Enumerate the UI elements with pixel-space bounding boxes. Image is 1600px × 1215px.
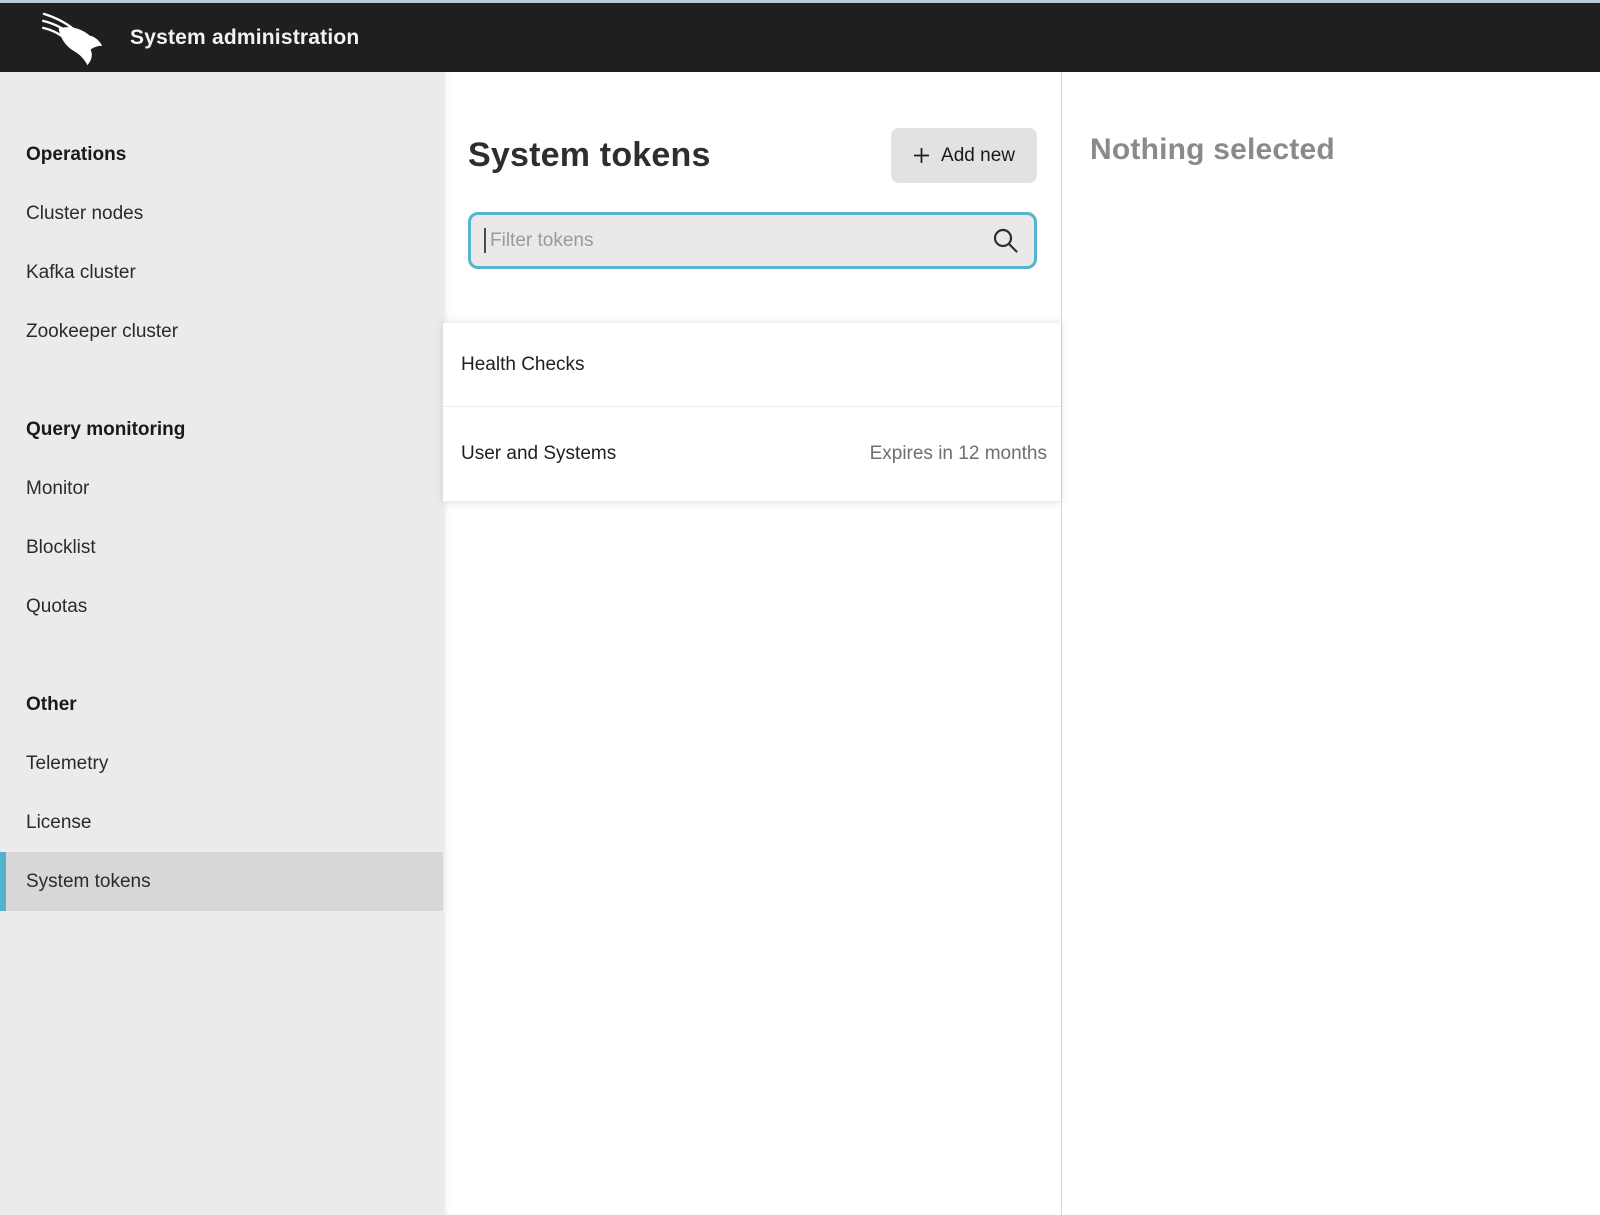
token-row-user-and-systems[interactable]: User and Systems Expires in 12 months (443, 406, 1061, 501)
sidebar-section-operations: Operations Cluster nodes Kafka cluster Z… (0, 125, 443, 361)
search-icon (992, 227, 1019, 254)
add-new-button[interactable]: Add new (891, 128, 1037, 183)
token-row-health-checks[interactable]: Health Checks (443, 323, 1061, 406)
detail-panel: Nothing selected (1061, 72, 1600, 1215)
sidebar-item-cluster-nodes[interactable]: Cluster nodes (0, 184, 443, 243)
section-title-other: Other (0, 675, 443, 734)
section-title-operations: Operations (0, 125, 443, 184)
token-expiry: Expires in 12 months (870, 443, 1047, 465)
token-list: Health Checks User and Systems Expires i… (443, 323, 1061, 502)
sidebar-item-system-tokens[interactable]: System tokens (0, 852, 443, 911)
sidebar-section-query-monitoring: Query monitoring Monitor Blocklist Quota… (0, 400, 443, 636)
sidebar-item-blocklist[interactable]: Blocklist (0, 518, 443, 577)
token-name: Health Checks (461, 354, 585, 376)
sidebar-section-other: Other Telemetry License System tokens (0, 675, 443, 911)
sidebar-item-license[interactable]: License (0, 793, 443, 852)
content: Operations Cluster nodes Kafka cluster Z… (0, 72, 1600, 1215)
filter-tokens-input[interactable] (468, 212, 1037, 269)
sidebar-item-telemetry[interactable]: Telemetry (0, 734, 443, 793)
plus-icon (913, 147, 930, 164)
screen: System administration Operations Cluster… (0, 0, 1600, 1215)
sidebar-item-zookeeper-cluster[interactable]: Zookeeper cluster (0, 302, 443, 361)
empty-state-text: Nothing selected (1090, 133, 1600, 167)
sidebar: Operations Cluster nodes Kafka cluster Z… (0, 72, 443, 1215)
app-header: System administration (0, 3, 1600, 72)
sidebar-item-quotas[interactable]: Quotas (0, 577, 443, 636)
falcon-icon (40, 10, 110, 66)
app-title: System administration (130, 26, 359, 50)
section-title-query-monitoring: Query monitoring (0, 400, 443, 459)
system-tokens-panel: System tokens Add new (443, 72, 1061, 1215)
page-title: System tokens (468, 128, 711, 183)
add-new-button-label: Add new (941, 145, 1015, 167)
sidebar-item-monitor[interactable]: Monitor (0, 459, 443, 518)
text-caret (484, 228, 486, 253)
filter-field-wrap (468, 212, 1037, 269)
sidebar-item-kafka-cluster[interactable]: Kafka cluster (0, 243, 443, 302)
token-name: User and Systems (461, 443, 616, 465)
tokens-panel-head: System tokens Add new (443, 128, 1061, 269)
